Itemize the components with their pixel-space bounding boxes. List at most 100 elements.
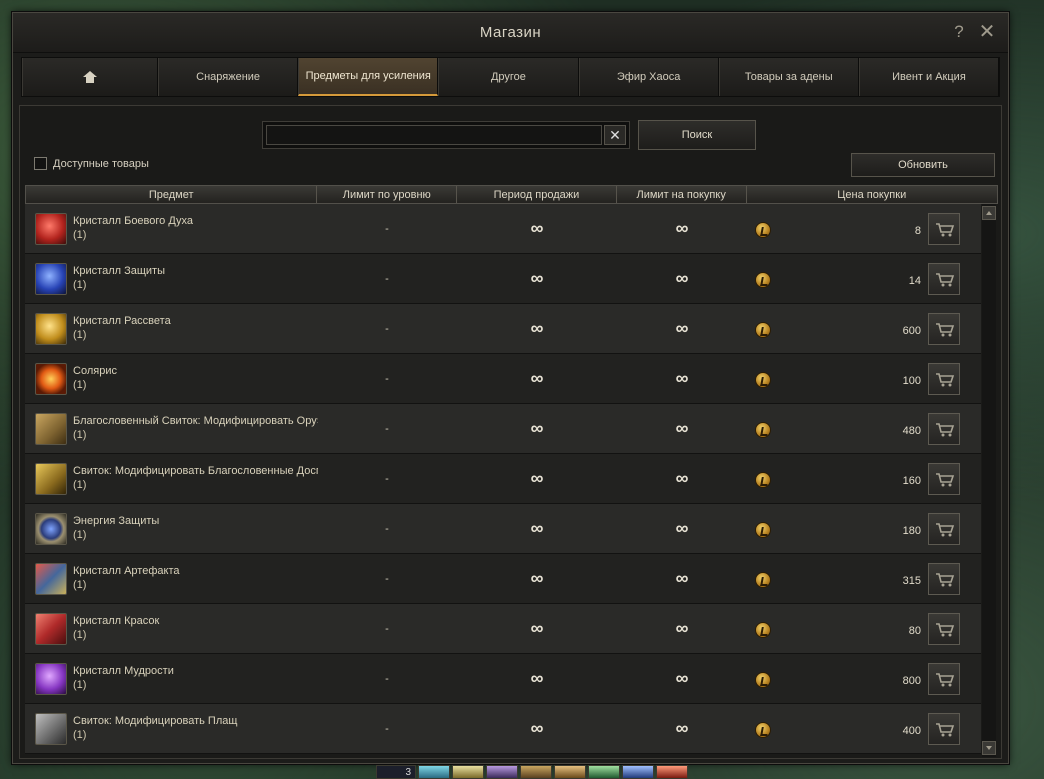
table-row[interactable]: Кристалл Защиты (1) - ∞ ∞ 14 xyxy=(25,254,981,304)
hotbar-page-number[interactable]: 3 xyxy=(376,765,416,779)
purchase-limit: ∞ xyxy=(675,268,689,288)
item-name: Свиток: Модифицировать Благословенные До… xyxy=(73,465,318,477)
sun-orb-icon xyxy=(35,363,67,395)
buy-cart-button[interactable] xyxy=(928,463,960,495)
currency-coin-icon xyxy=(755,622,771,638)
price: 400 xyxy=(902,725,921,737)
tab-other[interactable]: Другое xyxy=(438,58,579,96)
hotbar-slot-skill-icon[interactable] xyxy=(486,765,518,779)
table-row[interactable]: Кристалл Артефакта (1) - ∞ ∞ 315 xyxy=(25,554,981,604)
buy-cart-button[interactable] xyxy=(928,513,960,545)
table-row[interactable]: Кристалл Рассвета (1) - ∞ ∞ 600 xyxy=(25,304,981,354)
price: 14 xyxy=(908,275,921,287)
column-header-price[interactable]: Цена покупки xyxy=(747,186,997,203)
sale-period: ∞ xyxy=(530,618,544,638)
buy-cart-button[interactable] xyxy=(928,363,960,395)
level-limit: - xyxy=(385,323,389,335)
buy-cart-button[interactable] xyxy=(928,663,960,695)
tab-adena-goods[interactable]: Товары за адены xyxy=(718,58,859,96)
purchase-limit: ∞ xyxy=(675,418,689,438)
hotbar-slot-skill-icon[interactable] xyxy=(452,765,484,779)
search-button[interactable]: Поиск xyxy=(638,120,756,150)
help-button[interactable]: ? xyxy=(948,21,970,43)
list-scrollbar[interactable] xyxy=(982,204,996,757)
buy-cart-button[interactable] xyxy=(928,413,960,445)
tab-enhancement-items[interactable]: Предметы для усиления xyxy=(298,58,439,96)
tab-equipment[interactable]: Снаряжение xyxy=(158,58,299,96)
purchase-limit: ∞ xyxy=(675,568,689,588)
cart-icon xyxy=(936,373,955,387)
price: 180 xyxy=(902,525,921,537)
currency-coin-icon xyxy=(755,222,771,238)
sale-period: ∞ xyxy=(530,318,544,338)
column-header-item[interactable]: Предмет xyxy=(26,186,318,203)
scroll-down-arrow-icon[interactable] xyxy=(982,741,996,755)
buy-cart-button[interactable] xyxy=(928,713,960,745)
cart-icon xyxy=(936,473,955,487)
table-row[interactable]: Кристалл Боевого Духа (1) - ∞ ∞ 8 xyxy=(25,204,981,254)
buy-cart-button[interactable] xyxy=(928,563,960,595)
scroll-up-arrow-icon[interactable] xyxy=(982,206,996,220)
hotbar-slot-skill-icon[interactable] xyxy=(418,765,450,779)
tab-home[interactable] xyxy=(22,58,158,96)
sale-period: ∞ xyxy=(530,518,544,538)
clear-search-button[interactable]: ✕ xyxy=(604,125,626,145)
item-name: Солярис xyxy=(73,365,117,377)
purchase-limit: ∞ xyxy=(675,668,689,688)
search-box: ✕ xyxy=(262,121,630,149)
item-quantity: (1) xyxy=(73,279,87,291)
cart-icon xyxy=(936,673,955,687)
cart-icon xyxy=(936,323,955,337)
table-row[interactable]: Свиток: Модифицировать Плащ (1) - ∞ ∞ 40… xyxy=(25,704,981,754)
column-header-sale-period[interactable]: Период продажи xyxy=(457,186,617,203)
level-limit: - xyxy=(385,573,389,585)
table-row[interactable]: Энергия Защиты (1) - ∞ ∞ 180 xyxy=(25,504,981,554)
level-limit: - xyxy=(385,473,389,485)
currency-coin-icon xyxy=(755,472,771,488)
level-limit: - xyxy=(385,673,389,685)
currency-coin-icon xyxy=(755,522,771,538)
price: 100 xyxy=(902,375,921,387)
column-header-purchase-limit[interactable]: Лимит на покупку xyxy=(617,186,747,203)
search-input[interactable] xyxy=(266,125,602,145)
home-icon xyxy=(83,71,97,83)
buy-cart-button[interactable] xyxy=(928,613,960,645)
level-limit: - xyxy=(385,273,389,285)
price: 480 xyxy=(902,425,921,437)
available-items-checkbox[interactable] xyxy=(34,157,47,170)
close-button[interactable]: ✕ xyxy=(976,21,998,43)
buy-cart-button[interactable] xyxy=(928,263,960,295)
purchase-limit: ∞ xyxy=(675,368,689,388)
hotbar-slot-skill-icon[interactable] xyxy=(622,765,654,779)
shop-window: Магазин ? ✕ Снаряжение Предметы для усил… xyxy=(12,12,1009,764)
hotbar-slot-skill-icon[interactable] xyxy=(656,765,688,779)
table-row[interactable]: Свиток: Модифицировать Благословенные До… xyxy=(25,454,981,504)
column-header-level-limit[interactable]: Лимит по уровню xyxy=(317,186,458,203)
buy-cart-button[interactable] xyxy=(928,213,960,245)
cart-icon xyxy=(936,573,955,587)
table-row[interactable]: Благословенный Свиток: Модифицировать Ор… xyxy=(25,404,981,454)
purchase-limit: ∞ xyxy=(675,718,689,738)
sale-period: ∞ xyxy=(530,718,544,738)
item-quantity: (1) xyxy=(73,329,87,341)
refresh-button[interactable]: Обновить xyxy=(851,153,995,177)
sale-period: ∞ xyxy=(530,268,544,288)
tab-chaos-ether[interactable]: Эфир Хаоса xyxy=(578,58,719,96)
title-bar[interactable]: Магазин ? ✕ xyxy=(13,13,1008,53)
table-row[interactable]: Кристалл Мудрости (1) - ∞ ∞ 800 xyxy=(25,654,981,704)
table-row[interactable]: Кристалл Красок (1) - ∞ ∞ 80 xyxy=(25,604,981,654)
available-items-label: Доступные товары xyxy=(53,158,149,170)
blue-crystal-icon xyxy=(35,263,67,295)
level-limit: - xyxy=(385,223,389,235)
tab-events[interactable]: Ивент и Акция xyxy=(858,58,1000,96)
hotbar-slot-skill-icon[interactable] xyxy=(520,765,552,779)
item-quantity: (1) xyxy=(73,679,87,691)
hotbar-slot-skill-icon[interactable] xyxy=(588,765,620,779)
scroll-icon xyxy=(35,413,67,445)
level-limit: - xyxy=(385,373,389,385)
buy-cart-button[interactable] xyxy=(928,313,960,345)
artifact-crystal-icon xyxy=(35,563,67,595)
table-row[interactable]: Солярис (1) - ∞ ∞ 100 xyxy=(25,354,981,404)
hotbar-slot-skill-icon[interactable] xyxy=(554,765,586,779)
currency-coin-icon xyxy=(755,372,771,388)
